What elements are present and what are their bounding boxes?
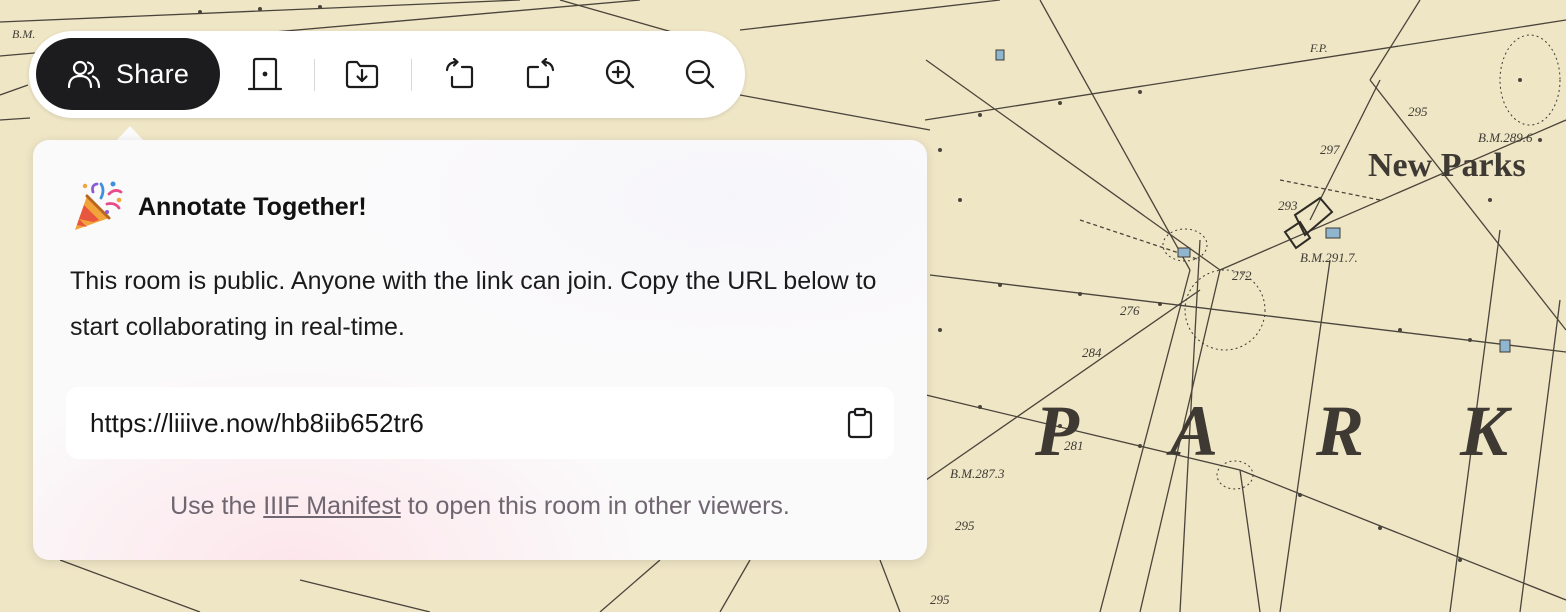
- map-label-281: 281: [1064, 438, 1084, 453]
- download-folder-icon: [345, 60, 379, 89]
- map-label-293: 293: [1278, 198, 1298, 213]
- room-url-field[interactable]: https://liiive.now/hb8iib652tr6: [66, 387, 894, 459]
- map-label-276: 276: [1120, 303, 1140, 318]
- users-icon: [68, 60, 100, 89]
- zoom-out-button[interactable]: [678, 52, 722, 96]
- party-popper-icon: [75, 181, 123, 230]
- popover-title: Annotate Together!: [138, 193, 367, 221]
- map-label-bm-2896: B.M.289.6: [1478, 130, 1533, 145]
- share-button[interactable]: Share: [36, 38, 220, 110]
- rotate-left-icon: [445, 58, 474, 89]
- toolbar: Share: [29, 31, 745, 118]
- zoom-out-icon: [685, 59, 715, 89]
- rotate-left-button[interactable]: [438, 52, 482, 96]
- map-label-park-k: K: [1459, 391, 1513, 471]
- map-label-park-a: A: [1166, 391, 1218, 471]
- door-icon: [247, 57, 283, 91]
- map-label-new-parks: New Parks: [1368, 147, 1526, 184]
- map-label-272: 272: [1232, 268, 1252, 283]
- map-label-bm-2873: B.M.287.3: [950, 466, 1005, 481]
- toolbar-divider: [314, 59, 315, 91]
- footer-text-before: Use the: [170, 492, 264, 520]
- toolbar-divider: [411, 59, 412, 91]
- map-label-284: 284: [1082, 345, 1102, 360]
- map-label-297: 297: [1320, 142, 1340, 157]
- map-label-fp: F.P.: [1309, 41, 1328, 55]
- clipboard-icon: [847, 407, 873, 439]
- iiif-manifest-link[interactable]: IIIF Manifest: [263, 492, 401, 520]
- door-button[interactable]: [243, 52, 287, 96]
- footer-text-after: to open this room in other viewers.: [400, 492, 790, 520]
- download-folder-button[interactable]: [340, 52, 384, 96]
- map-label-bm-2917: B.M.291.7.: [1300, 250, 1358, 265]
- iiif-footer-note: Use the IIIF Manifest to open this room …: [33, 490, 927, 522]
- zoom-in-icon: [605, 59, 635, 89]
- share-popover: Annotate Together! This room is public. …: [33, 140, 927, 560]
- map-label-295a: 295: [1408, 104, 1428, 119]
- rotate-right-button[interactable]: [518, 52, 562, 96]
- share-button-label: Share: [116, 59, 190, 89]
- popover-description: This room is public. Anyone with the lin…: [70, 267, 877, 341]
- room-url-text[interactable]: https://liiive.now/hb8iib652tr6: [90, 407, 424, 439]
- map-label-park-p: P: [1034, 391, 1080, 471]
- map-label-park-r: R: [1315, 391, 1364, 471]
- zoom-in-button[interactable]: [598, 52, 642, 96]
- map-label-bm-top: B.M.: [12, 27, 35, 41]
- rotate-right-icon: [526, 58, 555, 89]
- copy-url-button[interactable]: [844, 407, 876, 439]
- popover-pointer: [116, 126, 144, 141]
- map-label-295c: 295: [930, 592, 950, 607]
- map-label-295b: 295: [955, 518, 975, 533]
